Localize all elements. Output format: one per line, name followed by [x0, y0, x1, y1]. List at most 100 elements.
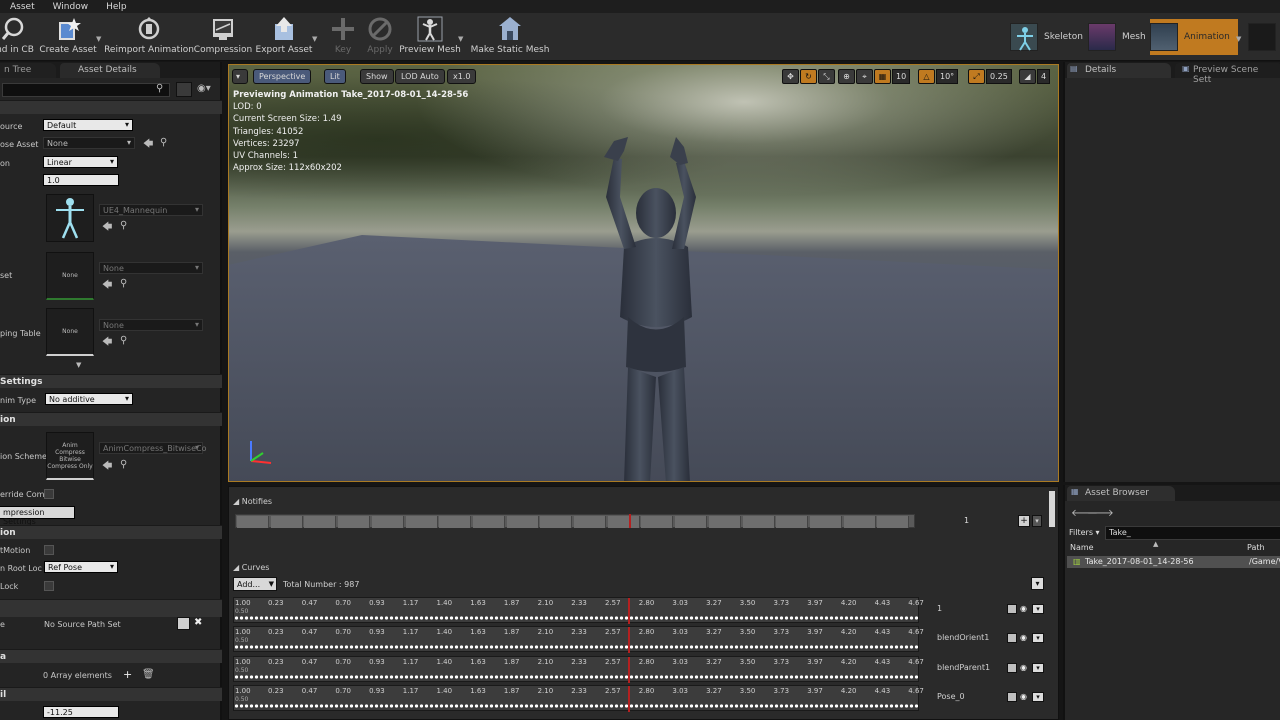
- root-lock-dropdown[interactable]: Ref Pose: [44, 561, 118, 573]
- curve-playhead[interactable]: [628, 686, 630, 712]
- preview-mesh-caret[interactable]: ▼: [458, 35, 463, 43]
- section-header-root-motion[interactable]: ion: [0, 525, 222, 539]
- view-options-grid-icon[interactable]: [176, 82, 192, 97]
- menu-window[interactable]: Window: [53, 2, 89, 12]
- section-header-compression[interactable]: ion: [0, 412, 222, 426]
- skeleton-browse-icon[interactable]: ⚲: [120, 220, 127, 231]
- section-header-import[interactable]: [0, 599, 222, 617]
- mapping-browse-icon[interactable]: ⚲: [120, 335, 127, 346]
- curve-color-swatch[interactable]: [1007, 604, 1017, 614]
- section-header-animation[interactable]: [0, 100, 222, 114]
- column-path-header[interactable]: Path: [1247, 543, 1265, 552]
- curve-visibility-eye-icon[interactable]: ◉: [1020, 633, 1027, 642]
- grid-snap-icon[interactable]: ▦: [874, 69, 891, 84]
- make-static-mesh-button[interactable]: Make Static Mesh: [471, 15, 549, 59]
- filters-button[interactable]: Filters ▾: [1069, 528, 1100, 537]
- curve-options-dropdown[interactable]: ▾: [1032, 692, 1044, 702]
- enable-root-motion-checkbox[interactable]: [44, 545, 54, 555]
- curve-options-dropdown[interactable]: ▾: [1032, 663, 1044, 673]
- force-root-lock-checkbox[interactable]: [44, 581, 54, 591]
- override-compression-checkbox[interactable]: [44, 489, 54, 499]
- tab-details[interactable]: Details: [1067, 63, 1171, 78]
- perspective-button[interactable]: Perspective: [253, 69, 312, 84]
- show-button[interactable]: Show: [360, 69, 394, 84]
- angle-snap-icon[interactable]: △: [918, 69, 935, 84]
- source-path-browse-button[interactable]: [177, 617, 190, 630]
- animation-mode-caret[interactable]: ▼: [1236, 35, 1241, 43]
- camera-speed-icon[interactable]: ◢: [1019, 69, 1036, 84]
- mode-extra-button[interactable]: [1248, 19, 1280, 55]
- curve-color-swatch[interactable]: [1007, 633, 1017, 643]
- notifies-header[interactable]: ◢ Notifies: [233, 497, 272, 506]
- browse-search-icon[interactable]: ⚲: [160, 137, 167, 148]
- curve-playhead[interactable]: [628, 627, 630, 653]
- compression-scheme-dropdown[interactable]: AnimCompress_BitwiseCo: [99, 442, 206, 454]
- add-notify-track-button[interactable]: +: [1018, 515, 1030, 527]
- bottom-value-input[interactable]: -11.25: [43, 706, 119, 718]
- pose-asset-dropdown[interactable]: None: [43, 137, 135, 149]
- curve-playhead[interactable]: [628, 598, 630, 624]
- notify-track[interactable]: [235, 514, 915, 528]
- column-name-header[interactable]: Name: [1070, 543, 1094, 552]
- section-header-additive-settings[interactable]: Settings: [0, 374, 222, 388]
- rate-scale-input[interactable]: 1.0: [43, 174, 119, 186]
- tab-asset-browser[interactable]: Asset Browser: [1067, 486, 1175, 501]
- preview-viewport[interactable]: ▾ Perspective Lit Show LOD Auto x1.0 ✥ ↻…: [228, 64, 1059, 482]
- curve-row[interactable]: 1.00 0.23 0.47 0.70 0.93 1.17 1.40 1.63 1.87 2.10…: [233, 597, 924, 624]
- viewport-options-button[interactable]: ▾: [232, 69, 248, 84]
- mode-animation-button[interactable]: Animation: [1150, 19, 1238, 55]
- key-button[interactable]: Key: [328, 15, 358, 59]
- curve-options-dropdown[interactable]: ▾: [1032, 604, 1044, 614]
- translate-tool-icon[interactable]: ✥: [782, 69, 799, 84]
- create-asset-caret[interactable]: ▼: [96, 35, 101, 43]
- skeleton-dropdown[interactable]: UE4_Mannequin: [99, 204, 203, 216]
- notify-track-dropdown[interactable]: ▾: [1032, 515, 1042, 527]
- notify-playhead[interactable]: [629, 514, 631, 528]
- curves-header[interactable]: ◢ Curves: [233, 563, 269, 572]
- compression-button[interactable]: Compression: [194, 15, 252, 59]
- curve-visibility-eye-icon[interactable]: ◉: [1020, 692, 1027, 701]
- grid-snap-value[interactable]: 10: [892, 69, 911, 84]
- curve-color-swatch[interactable]: [1007, 692, 1017, 702]
- tab-asset-details[interactable]: Asset Details: [60, 63, 160, 78]
- preview-mesh-button[interactable]: Preview Mesh: [399, 15, 461, 59]
- create-asset-button[interactable]: Create Asset: [39, 15, 97, 59]
- details-search-input[interactable]: [2, 83, 170, 97]
- scrollbar-thumb[interactable]: [1049, 491, 1055, 527]
- asset-dropdown[interactable]: None: [99, 262, 203, 274]
- section-header-extra[interactable]: il: [0, 687, 222, 701]
- curve-row[interactable]: 1.00 0.23 0.47 0.70 0.93 1.17 1.40 1.63 1.87 2.10…: [233, 685, 924, 712]
- delete-trash-icon[interactable]: 🗑: [142, 669, 155, 680]
- asset-browse-icon[interactable]: ⚲: [120, 278, 127, 289]
- angle-snap-value[interactable]: 10°: [936, 69, 959, 84]
- expand-chevron-icon[interactable]: ▼: [76, 361, 81, 369]
- mode-mesh-button[interactable]: Mesh: [1088, 19, 1152, 55]
- use-arrow-icon[interactable]: 🡄: [143, 137, 153, 154]
- rotate-tool-icon[interactable]: ↻: [800, 69, 817, 84]
- mannequin-character[interactable]: [584, 137, 734, 482]
- camera-speed-value[interactable]: 4: [1037, 69, 1051, 84]
- apply-button[interactable]: Apply: [364, 15, 396, 59]
- eye-icon[interactable]: ◉▾: [197, 83, 211, 94]
- export-asset-button[interactable]: Export Asset: [256, 15, 312, 59]
- scale-tool-icon[interactable]: ⤡: [818, 69, 835, 84]
- asset-thumbnail[interactable]: None: [46, 252, 94, 300]
- mapping-thumbnail[interactable]: None: [46, 308, 94, 356]
- scale-snap-icon[interactable]: ⤢: [968, 69, 985, 84]
- section-header-metadata[interactable]: a: [0, 649, 222, 663]
- world-local-icon[interactable]: ⊕: [838, 69, 855, 84]
- interpolation-dropdown[interactable]: Linear: [43, 156, 118, 168]
- curve-keyframes[interactable]: [234, 645, 918, 649]
- scheme-browse-icon[interactable]: ⚲: [120, 459, 127, 470]
- add-element-icon[interactable]: +: [123, 668, 132, 681]
- curve-row[interactable]: 1.00 0.23 0.47 0.70 0.93 1.17 1.40 1.63 1.87 2.10…: [233, 656, 924, 683]
- tab-skeleton-tree[interactable]: n Tree: [0, 63, 56, 78]
- curve-keyframes[interactable]: [234, 675, 918, 679]
- curve-keyframes[interactable]: [234, 704, 918, 708]
- curve-keyframes[interactable]: [234, 616, 918, 620]
- tab-preview-scene-settings[interactable]: Preview Scene Sett: [1175, 63, 1280, 85]
- find-in-cb-button[interactable]: nd in CB: [0, 15, 34, 59]
- curve-visibility-eye-icon[interactable]: ◉: [1020, 663, 1027, 672]
- curve-visibility-eye-icon[interactable]: ◉: [1020, 604, 1027, 613]
- curve-row[interactable]: 1.00 0.23 0.47 0.70 0.93 1.17 1.40 1.63 1.87 2.10…: [233, 626, 924, 653]
